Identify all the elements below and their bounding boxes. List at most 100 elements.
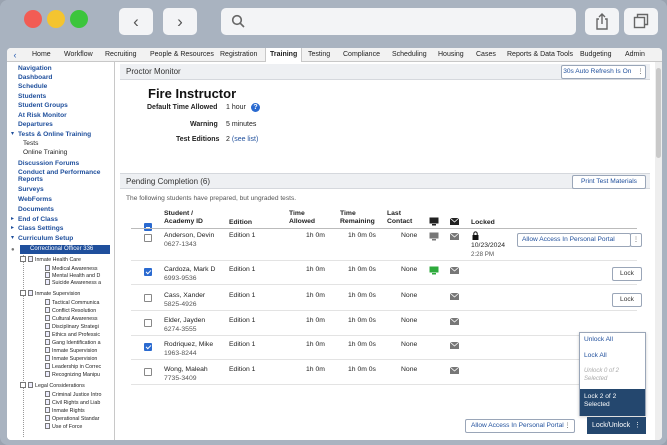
nav-recruiting[interactable]: Recruiting: [105, 48, 137, 62]
tree-item[interactable]: Cultural Awareness: [45, 315, 98, 323]
student-name[interactable]: Rodriquez, Mike: [164, 341, 213, 348]
tree-item[interactable]: Inmate Supervision: [45, 347, 97, 355]
nav-budgeting[interactable]: Budgeting: [580, 48, 612, 62]
sidebar-item-tests[interactable]: Tests: [23, 140, 38, 147]
mail-icon[interactable]: [450, 267, 459, 274]
collapsed-icon[interactable]: ▸: [11, 225, 14, 232]
nav-compliance[interactable]: Compliance: [343, 48, 380, 62]
nav-scheduling[interactable]: Scheduling: [392, 48, 427, 62]
tree-item[interactable]: Inmate Rights: [45, 407, 85, 415]
collapsed-icon[interactable]: ▸: [11, 216, 14, 223]
nav-testing[interactable]: Testing: [308, 48, 330, 62]
tree-item[interactable]: Gang Identification a: [45, 339, 101, 347]
sidebar-item-end-of-class[interactable]: End of Class: [18, 216, 58, 223]
tree-item[interactable]: Inmate Supervision: [45, 355, 97, 363]
nav-back-icon[interactable]: ‹: [9, 49, 21, 61]
lock-unlock-button[interactable]: Lock/Unlock ⋮: [587, 417, 646, 434]
sidebar-item-online-training[interactable]: Online Training: [23, 149, 67, 156]
row-more-button[interactable]: ⋮: [630, 233, 642, 247]
sidebar-item-at-risk-monitor[interactable]: At Risk Monitor: [18, 112, 67, 119]
mail-icon[interactable]: [450, 293, 459, 300]
nav-cases[interactable]: Cases: [476, 48, 496, 62]
address-bar[interactable]: [221, 8, 576, 35]
lock-icon: [472, 231, 479, 240]
student-name[interactable]: Anderson, Devin: [164, 232, 214, 239]
auto-refresh-button[interactable]: 30s Auto Refresh Is On ⋮: [561, 65, 646, 79]
back-button[interactable]: ‹: [119, 8, 153, 35]
row-checkbox[interactable]: [144, 268, 152, 276]
close-window-button[interactable]: [24, 10, 42, 28]
nav-workflow[interactable]: Workflow: [64, 48, 93, 62]
nav-reports-data-tools[interactable]: Reports & Data Tools: [507, 48, 573, 62]
tree-item[interactable]: Ethics and Professic: [45, 331, 100, 339]
mail-icon[interactable]: [450, 367, 459, 374]
maximize-window-button[interactable]: [70, 10, 88, 28]
lock-selected-option[interactable]: Lock 2 of 2 Selected: [580, 389, 645, 416]
tree-item[interactable]: Conflict Resolution: [45, 307, 96, 315]
nav-registration[interactable]: Registration: [220, 48, 257, 62]
bottom-allow-access-button[interactable]: Allow Access In Personal Portal ⋮: [465, 419, 575, 433]
sidebar-item-navigation[interactable]: Navigation: [18, 65, 52, 72]
forward-button[interactable]: ›: [163, 8, 197, 35]
student-name[interactable]: Cardoza, Mark D: [164, 266, 215, 273]
student-name[interactable]: Cass, Xander: [164, 292, 205, 299]
mail-icon[interactable]: [450, 318, 459, 325]
tree-item[interactable]: Civil Rights and Liab: [45, 399, 100, 407]
sidebar-item-departures[interactable]: Departures: [18, 121, 53, 128]
row-checkbox[interactable]: [144, 368, 152, 376]
lock-button[interactable]: Lock: [612, 267, 642, 281]
tree-item[interactable]: Disciplinary Strategi: [45, 323, 99, 331]
nav-training[interactable]: Training: [265, 48, 303, 63]
expanded-icon[interactable]: ▾: [11, 235, 14, 242]
tree-item[interactable]: Recognizing Manipu: [45, 371, 100, 379]
sidebar-item-discussion-forums[interactable]: Discussion Forums: [18, 160, 79, 167]
row-checkbox[interactable]: [144, 319, 152, 327]
sidebar-item-student-groups[interactable]: Student Groups: [18, 102, 68, 109]
lock-button[interactable]: Lock: [612, 293, 642, 307]
sidebar-item-correctional-officer[interactable]: Correctional Officer 336: [20, 245, 110, 254]
tree-item[interactable]: Operational Standar: [45, 415, 99, 423]
lock-all-option[interactable]: Lock All: [584, 352, 607, 359]
print-test-materials-button[interactable]: Print Test Materials: [572, 175, 646, 189]
sidebar-item-schedule[interactable]: Schedule: [18, 83, 47, 90]
tabs-button[interactable]: [624, 8, 658, 35]
sidebar-item-reports[interactable]: Reports: [18, 176, 43, 183]
nav-housing[interactable]: Housing: [438, 48, 464, 62]
tree-item[interactable]: Use of Force: [45, 423, 82, 431]
mail-icon[interactable]: [450, 233, 459, 240]
tree-item[interactable]: Tactical Communica: [45, 299, 99, 307]
row-checkbox[interactable]: [144, 234, 152, 242]
sidebar-item-students[interactable]: Students: [18, 93, 46, 100]
expanded-icon[interactable]: ▾: [11, 131, 14, 138]
nav-admin[interactable]: Admin: [625, 48, 645, 62]
scrollbar[interactable]: [655, 62, 662, 440]
nav-home[interactable]: Home: [32, 48, 51, 62]
allow-access-button[interactable]: Allow Access In Personal Portal: [517, 233, 631, 247]
sidebar-item-documents[interactable]: Documents: [18, 206, 54, 213]
sidebar-item-surveys[interactable]: Surveys: [18, 186, 44, 193]
tree-folder-inmate-health-care[interactable]: Inmate Health Care: [20, 256, 81, 264]
scrollbar-thumb[interactable]: [656, 68, 661, 158]
sidebar-item-curriculum-setup[interactable]: Curriculum Setup: [18, 235, 73, 242]
share-button[interactable]: [585, 8, 619, 35]
sidebar-item-dashboard[interactable]: Dashboard: [18, 74, 52, 81]
sidebar-item-webforms[interactable]: WebForms: [18, 196, 52, 203]
tree-item[interactable]: Leadership in Correc: [45, 363, 101, 371]
student-name[interactable]: Wong, Maleah: [164, 366, 208, 373]
student-name[interactable]: Elder, Jayden: [164, 317, 205, 324]
unlock-all-option[interactable]: Unlock All: [584, 336, 613, 343]
sidebar-item-tests-online-training[interactable]: Tests & Online Training: [18, 131, 91, 138]
tree-folder-legal-considerations[interactable]: Legal Considerations: [20, 382, 85, 390]
sidebar-item-class-settings[interactable]: Class Settings: [18, 225, 63, 232]
row-checkbox[interactable]: [144, 343, 152, 351]
mail-icon[interactable]: [450, 342, 459, 349]
see-list-link[interactable]: (see list): [232, 136, 258, 143]
tree-folder-inmate-supervision[interactable]: Inmate Supervision: [20, 290, 80, 298]
tree-item[interactable]: Criminal Justice Intro: [45, 391, 101, 399]
help-icon[interactable]: ?: [251, 103, 260, 112]
row-checkbox[interactable]: [144, 294, 152, 302]
minimize-window-button[interactable]: [47, 10, 65, 28]
tree-item[interactable]: Suicide Awareness a: [45, 279, 101, 287]
select-all-checkbox[interactable]: [144, 223, 152, 231]
nav-people-resources[interactable]: People & Resources: [150, 48, 214, 62]
